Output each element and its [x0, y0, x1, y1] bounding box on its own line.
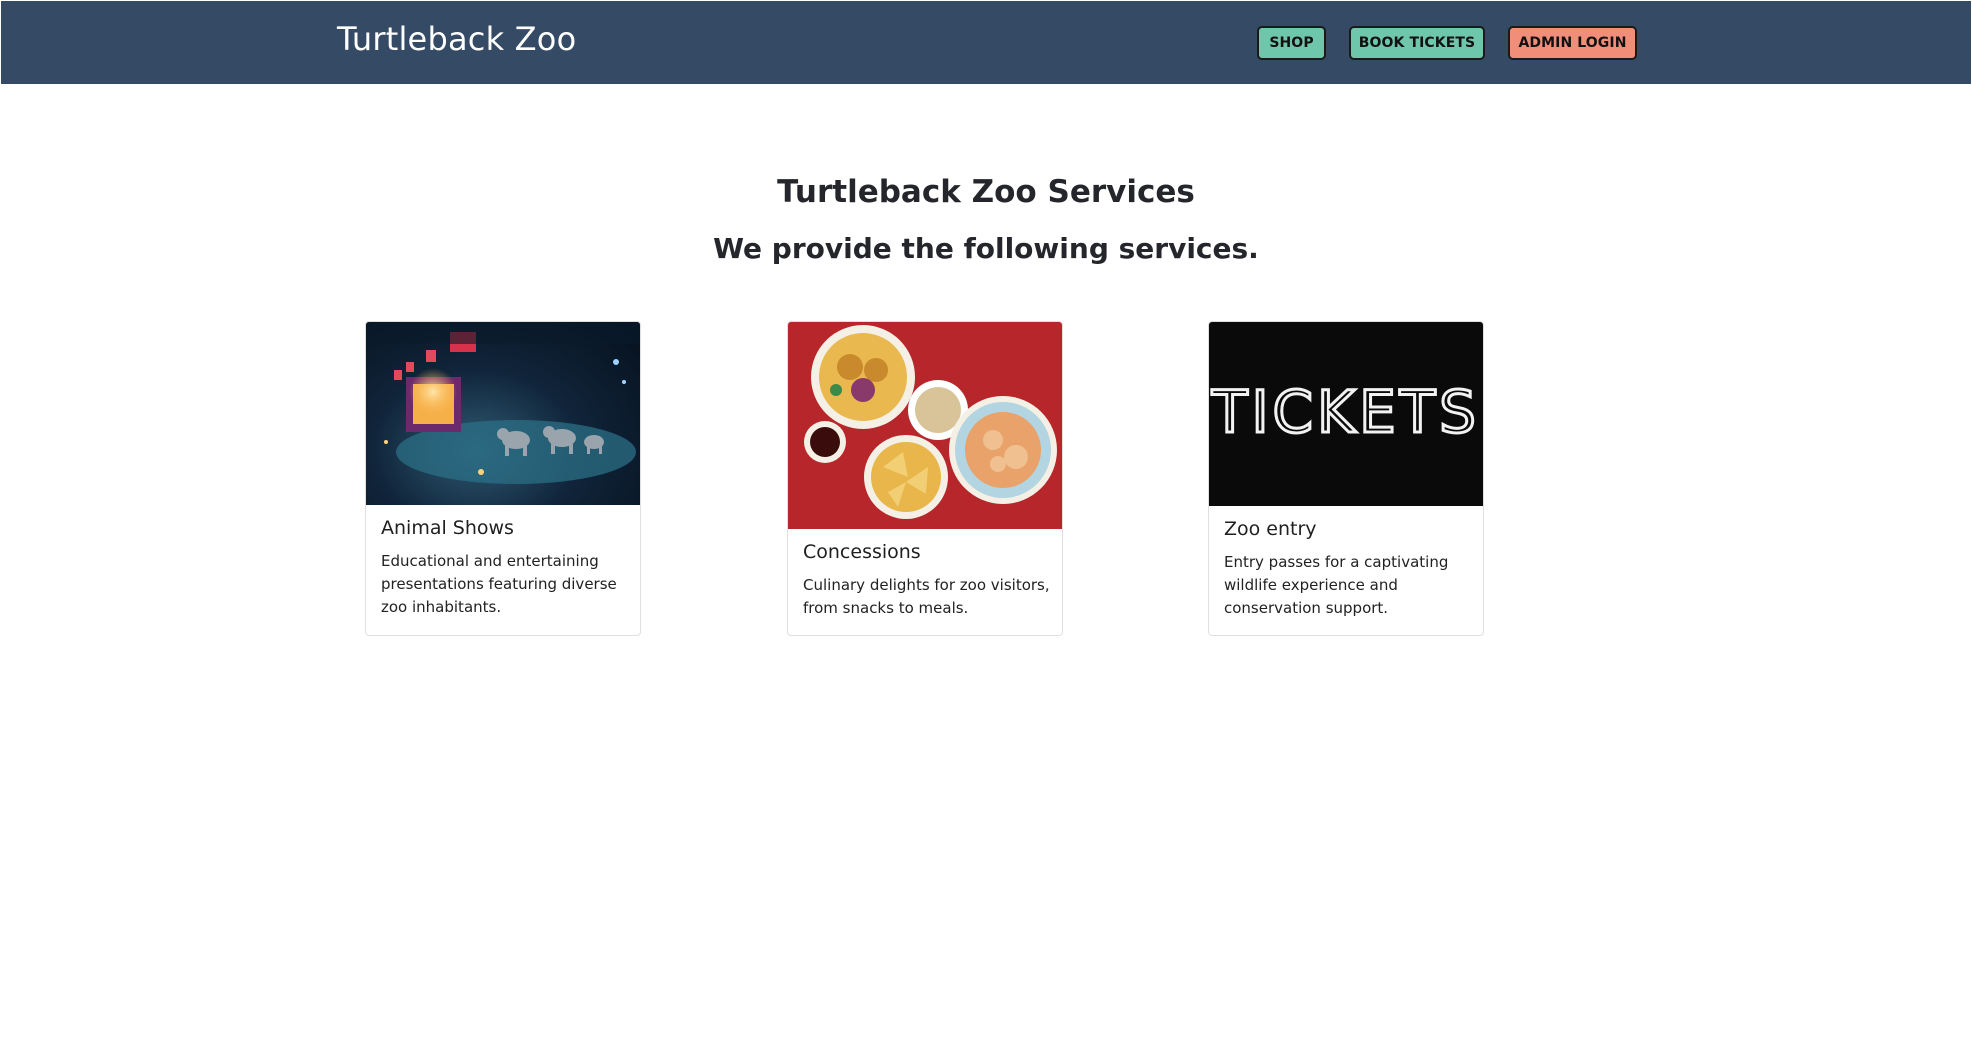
- service-card-animal-shows[interactable]: Animal Shows Educational and entertainin…: [365, 321, 641, 636]
- book-tickets-button[interactable]: BOOK TICKETS: [1349, 26, 1485, 60]
- site-brand[interactable]: Turtleback Zoo: [337, 20, 576, 58]
- card-description: Educational and entertaining presentatio…: [381, 552, 617, 616]
- page-subtitle: We provide the following services.: [713, 232, 1259, 265]
- card-title: Animal Shows: [381, 517, 514, 539]
- svg-text:TICKETS: TICKETS: [1211, 378, 1480, 446]
- service-card-zoo-entry[interactable]: TICKETS Zoo entry Entry passes for a cap…: [1208, 321, 1484, 636]
- tickets-neon-sign-photo: TICKETS: [1209, 322, 1483, 506]
- card-description: Culinary delights for zoo visitors, from…: [803, 576, 1050, 617]
- circus-elephants-photo: [366, 322, 640, 505]
- service-card-concessions[interactable]: Concessions Culinary delights for zoo vi…: [787, 321, 1063, 636]
- page-title: Turtleback Zoo Services: [777, 174, 1195, 210]
- food-plates-photo: [788, 322, 1062, 529]
- card-title: Zoo entry: [1224, 518, 1317, 540]
- shop-button[interactable]: SHOP: [1257, 26, 1326, 60]
- top-navbar: Turtleback Zoo SHOP BOOK TICKETS ADMIN L…: [1, 1, 1971, 84]
- card-description: Entry passes for a captivating wildlife …: [1224, 553, 1449, 617]
- admin-login-button[interactable]: ADMIN LOGIN: [1508, 26, 1637, 60]
- card-title: Concessions: [803, 541, 921, 563]
